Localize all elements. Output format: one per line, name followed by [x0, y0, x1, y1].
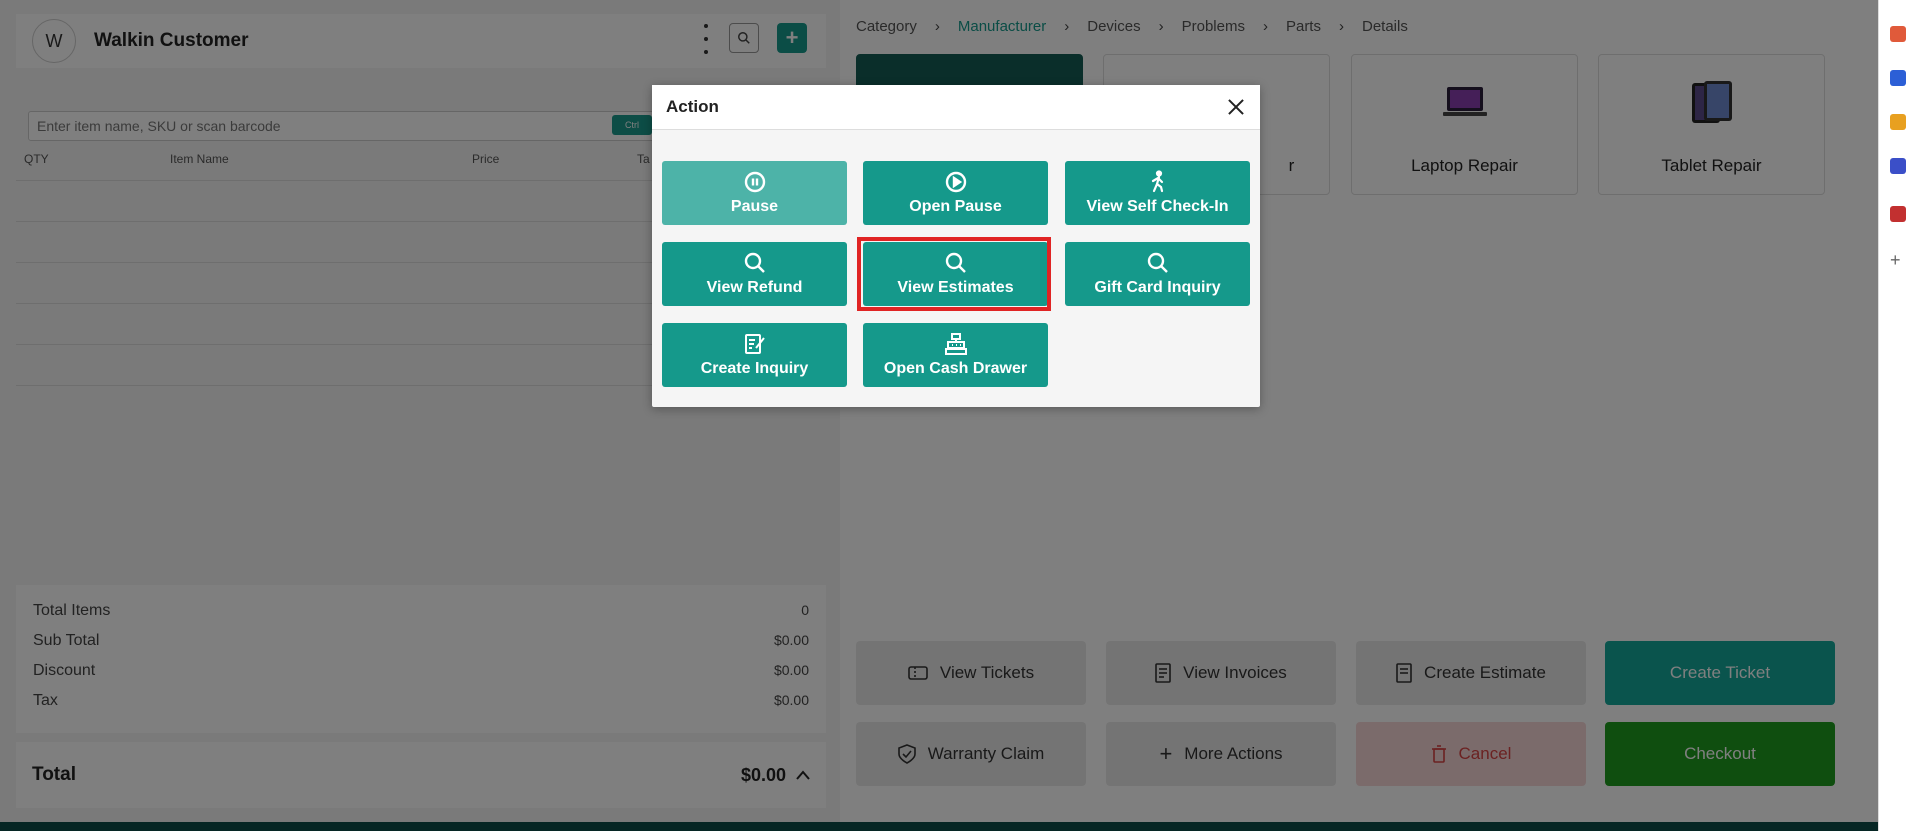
pause-icon	[744, 171, 765, 193]
button-label: View Refund	[706, 279, 803, 296]
edit-document-icon	[744, 334, 765, 354]
button-label: Create Inquiry	[700, 360, 809, 377]
open-pause-button[interactable]: Open Pause	[863, 161, 1048, 225]
extension-icon[interactable]	[1890, 158, 1906, 174]
search-icon	[1147, 252, 1168, 273]
button-label: Open Cash Drawer	[883, 360, 1028, 377]
view-self-checkin-button[interactable]: View Self Check-In	[1065, 161, 1250, 225]
action-modal: Action Pause Open Pause View Self Check-…	[652, 85, 1260, 407]
pause-button[interactable]: Pause	[662, 161, 847, 225]
close-icon[interactable]	[1226, 97, 1246, 117]
extension-icon[interactable]	[1890, 70, 1906, 86]
extension-icon[interactable]	[1890, 26, 1906, 42]
create-inquiry-button[interactable]: Create Inquiry	[662, 323, 847, 387]
gift-card-inquiry-button[interactable]: Gift Card Inquiry	[1065, 242, 1250, 306]
modal-title: Action	[666, 97, 719, 116]
extension-icon[interactable]	[1890, 206, 1906, 222]
view-refund-button[interactable]: View Refund	[662, 242, 847, 306]
button-label: View Self Check-In	[1086, 198, 1229, 215]
add-extension-icon[interactable]: +	[1890, 250, 1901, 271]
walking-person-icon	[1151, 170, 1163, 193]
button-label: Pause	[730, 198, 779, 215]
cash-register-icon	[944, 333, 967, 355]
button-label: Gift Card Inquiry	[1094, 279, 1221, 296]
play-icon	[945, 171, 966, 193]
button-label: Open Pause	[909, 198, 1002, 215]
extension-icon[interactable]	[1890, 114, 1906, 130]
search-icon	[744, 252, 765, 273]
modal-header: Action	[652, 85, 1260, 130]
open-cash-drawer-button[interactable]: Open Cash Drawer	[863, 323, 1048, 387]
selection-highlight	[857, 237, 1051, 311]
